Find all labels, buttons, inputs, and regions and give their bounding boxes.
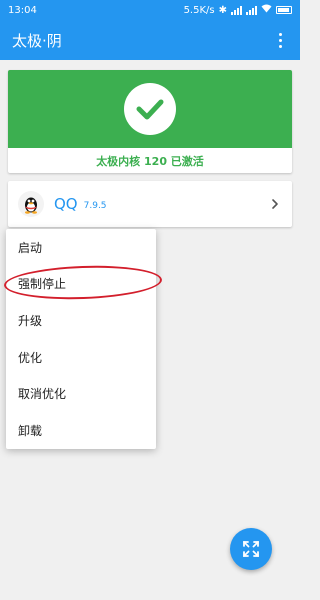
menu-item-force-stop[interactable]: 强制停止 <box>6 266 156 303</box>
app-version: 7.9.5 <box>83 200 107 211</box>
menu-item-launch[interactable]: 启动 <box>6 229 156 266</box>
signal-icon-2 <box>246 5 257 15</box>
wifi-icon <box>261 4 272 16</box>
activation-status-text: 太极内核 120 已激活 <box>96 154 204 168</box>
clock: 13:04 <box>8 4 37 16</box>
app-name: QQ <box>54 195 78 213</box>
app-list-item-qq[interactable]: QQ 7.9.5 <box>8 181 292 227</box>
expand-icon <box>243 541 259 557</box>
bluetooth-icon: ✱ <box>218 4 227 16</box>
status-indicators: 5.5K/s ✱ <box>184 4 292 16</box>
app-title: 太极·阴 <box>12 31 62 50</box>
signal-icon <box>231 5 242 15</box>
net-speed: 5.5K/s <box>183 4 215 16</box>
qq-penguin-icon <box>18 191 44 217</box>
activation-status-card: 太极内核 120 已激活 <box>8 70 292 173</box>
menu-item-cancel-optimize[interactable]: 取消优化 <box>6 375 156 412</box>
battery-icon <box>276 6 292 14</box>
chevron-right-icon <box>272 199 278 209</box>
menu-item-uninstall[interactable]: 卸载 <box>6 412 156 449</box>
app-bar: 太极·阴 <box>0 20 300 60</box>
menu-item-upgrade[interactable]: 升级 <box>6 302 156 339</box>
status-banner <box>8 70 292 148</box>
expand-fab-button[interactable] <box>230 528 272 570</box>
status-bar: 13:04 5.5K/s ✱ <box>0 0 300 20</box>
checkmark-icon <box>124 83 176 135</box>
app-context-menu: 启动 强制停止 升级 优化 取消优化 卸载 <box>6 229 156 449</box>
more-options-icon[interactable] <box>272 30 288 50</box>
menu-item-optimize[interactable]: 优化 <box>6 339 156 376</box>
